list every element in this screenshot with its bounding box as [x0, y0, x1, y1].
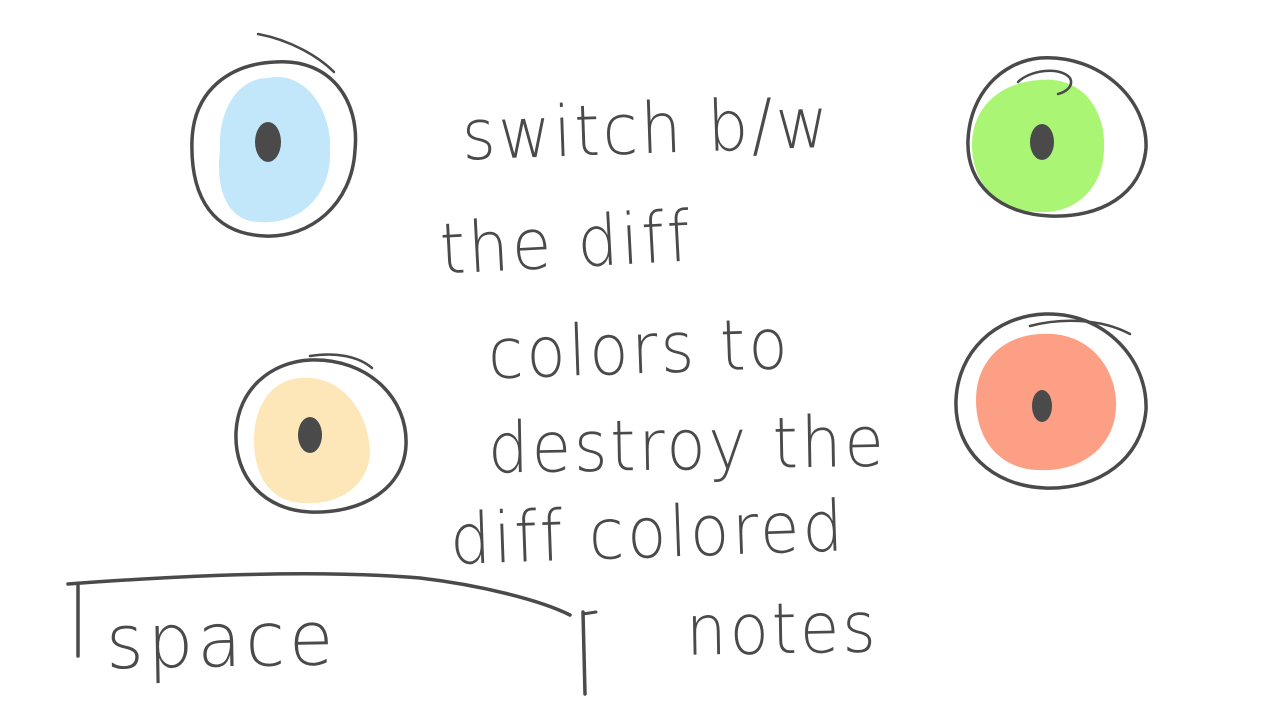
note-green[interactable] — [966, 56, 1148, 218]
space-key-label: space — [105, 593, 338, 687]
instruction-line-4: destroy the — [487, 401, 888, 491]
note-yellow-pupil — [298, 417, 322, 453]
space-key-right-edge — [581, 610, 587, 696]
instruction-line-3: colors to — [486, 304, 792, 396]
instruction-line-2: the diff — [438, 196, 695, 292]
instruction-line-6: notes — [685, 587, 880, 673]
note-red[interactable] — [954, 312, 1148, 490]
note-light-blue[interactable] — [190, 32, 358, 238]
note-light-blue-flick — [256, 32, 336, 74]
note-yellow[interactable] — [234, 353, 408, 514]
space-key-right-tick — [581, 610, 598, 616]
note-red-flick — [1028, 319, 1132, 336]
note-red-pupil — [1032, 390, 1052, 422]
note-light-blue-pupil — [255, 122, 281, 162]
instruction-line-5: diff colored — [448, 486, 848, 582]
note-green-pupil — [1030, 124, 1054, 160]
instruction-line-1: switch b/w — [460, 82, 833, 178]
